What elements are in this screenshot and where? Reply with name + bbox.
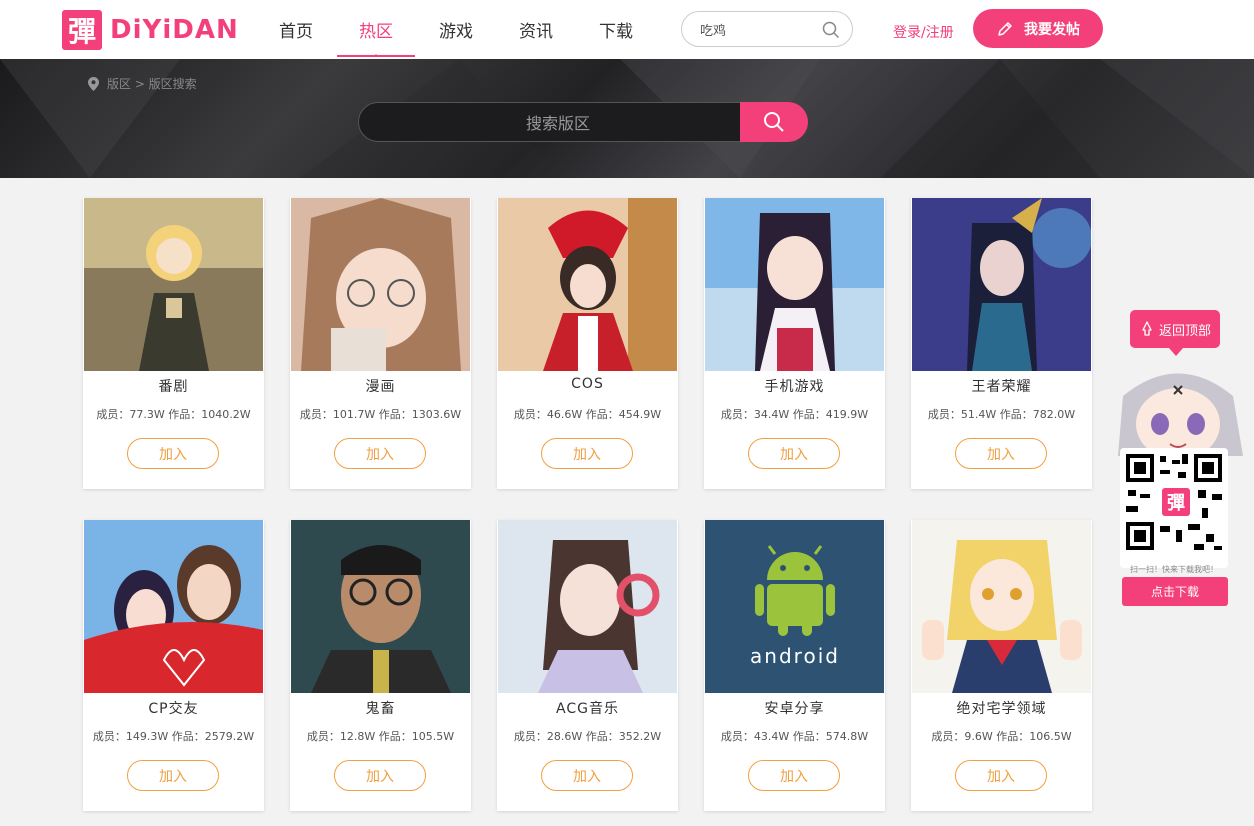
join-button[interactable]: 加入 — [127, 760, 219, 791]
location-pin-icon — [88, 76, 99, 91]
zone-name: CP交友 — [148, 701, 199, 717]
zone-stats: 成员：43.4W 作品：574.8W — [720, 730, 869, 743]
breadcrumb: 版区 > 版区搜索 — [88, 75, 197, 92]
zone-name: 番剧 — [158, 379, 189, 395]
logo-mark: 彈 — [62, 10, 102, 50]
join-button[interactable]: 加入 — [748, 438, 840, 469]
nav-download[interactable]: 下载 — [576, 0, 656, 59]
zone-card[interactable]: CP交友 成员：149.3W 作品：2579.2W 加入 — [83, 520, 264, 811]
zone-cover-image[interactable] — [705, 198, 884, 371]
android-robot-icon: android — [705, 520, 884, 693]
zone-stats: 成员：28.6W 作品：352.2W — [513, 730, 662, 743]
join-button[interactable]: 加入 — [955, 438, 1047, 469]
zone-card[interactable]: 漫画 成员：101.7W 作品：1303.6W 加入 — [290, 198, 471, 489]
banner: 版区 > 版区搜索 搜索版区 — [0, 59, 1254, 178]
nav-games[interactable]: 游戏 — [416, 0, 496, 59]
header-search — [681, 11, 853, 47]
join-button[interactable]: 加入 — [334, 760, 426, 791]
zone-stats: 成员：46.6W 作品：454.9W — [513, 408, 662, 421]
qr-caption: 扫一扫！快来下载我吧！ — [1130, 565, 1218, 574]
qr-code-panel: 彈 扫一扫！快来下载我吧！ — [1120, 448, 1228, 574]
zone-card[interactable]: 鬼畜 成员：12.8W 作品：105.5W 加入 — [290, 520, 471, 811]
zone-stats: 成员：51.4W 作品：782.0W — [927, 408, 1076, 421]
download-button[interactable]: 点击下载 — [1122, 577, 1228, 606]
main-nav: 首页 热区 游戏 资讯 下载 — [256, 0, 656, 59]
zone-cover-image[interactable] — [291, 198, 470, 371]
zone-name: 安卓分享 — [764, 701, 825, 717]
zone-card[interactable]: COS 成员：46.6W 作品：454.9W 加入 — [497, 198, 678, 489]
back-to-top-label: 返回顶部 — [1158, 323, 1211, 339]
pencil-icon — [998, 21, 1012, 36]
zone-stats: 成员：12.8W 作品：105.5W — [306, 730, 455, 743]
nav-home[interactable]: 首页 — [256, 0, 336, 59]
zone-card[interactable]: ACG音乐 成员：28.6W 作品：352.2W 加入 — [497, 520, 678, 811]
zone-card[interactable]: 王者荣耀 成员：51.4W 作品：782.0W 加入 — [911, 198, 1092, 489]
zone-card[interactable]: 绝对宅学领域 成员：9.6W 作品：106.5W 加入 — [911, 520, 1092, 811]
zone-stats: 成员：34.4W 作品：419.9W — [720, 408, 869, 421]
search-icon[interactable] — [822, 21, 840, 43]
zone-cover-image[interactable] — [912, 198, 1091, 371]
zone-name: 绝对宅学领域 — [956, 701, 1047, 717]
zone-search-button[interactable] — [740, 102, 808, 142]
side-widget: 返回顶部 彈 扫一扫！快来下载我吧！ 点击下载 — [1108, 310, 1248, 610]
zone-name: COS — [571, 376, 604, 392]
header: 彈 DiYiDAN 首页 热区 游戏 资讯 下载 登录/注册 我要发帖 — [0, 0, 1254, 59]
new-post-label: 我要发帖 — [1024, 21, 1080, 38]
breadcrumb-text[interactable]: 版区 > 版区搜索 — [107, 75, 197, 92]
zone-search-input[interactable]: 搜索版区 — [358, 102, 758, 142]
join-button[interactable]: 加入 — [541, 438, 633, 469]
rocket-icon — [1142, 321, 1152, 336]
zone-grid: 番剧 成员：77.3W 作品：1040.2W 加入 漫画 成员：101.7W 作… — [0, 178, 1254, 826]
zone-cover-image[interactable] — [84, 198, 263, 371]
zone-search: 搜索版区 — [358, 102, 808, 142]
mascot-image — [1118, 373, 1243, 456]
back-to-top-button[interactable]: 返回顶部 — [1130, 310, 1220, 356]
zone-cover-image[interactable]: android — [705, 520, 884, 693]
new-post-button[interactable]: 我要发帖 — [973, 9, 1103, 48]
zone-card[interactable]: 番剧 成员：77.3W 作品：1040.2W 加入 — [83, 198, 264, 489]
join-button[interactable]: 加入 — [541, 760, 633, 791]
zone-cover-image[interactable] — [912, 520, 1091, 693]
logo-text: DiYiDAN — [110, 15, 239, 45]
zone-stats: 成员：77.3W 作品：1040.2W — [96, 408, 251, 421]
zone-name: 王者荣耀 — [971, 379, 1032, 395]
nav-news[interactable]: 资讯 — [496, 0, 576, 59]
header-search-input[interactable] — [700, 21, 820, 37]
search-icon — [764, 112, 784, 132]
join-button[interactable]: 加入 — [748, 760, 840, 791]
zone-stats: 成员：9.6W 作品：106.5W — [931, 730, 1072, 743]
join-button[interactable]: 加入 — [955, 760, 1047, 791]
join-button[interactable]: 加入 — [334, 438, 426, 469]
zone-name: 漫画 — [365, 379, 396, 395]
zone-card[interactable]: 手机游戏 成员：34.4W 作品：419.9W 加入 — [704, 198, 885, 489]
login-register-link[interactable]: 登录/注册 — [893, 22, 954, 42]
android-label: android — [750, 644, 840, 668]
zone-cover-image[interactable] — [498, 520, 677, 693]
zone-name: ACG音乐 — [556, 701, 619, 717]
logo[interactable]: 彈 DiYiDAN — [62, 10, 239, 50]
zone-name: 鬼畜 — [365, 701, 396, 717]
zone-card[interactable]: android 安卓分享 成员：43.4W 作品：574.8W 加入 — [704, 520, 885, 811]
zone-stats: 成员：149.3W 作品：2579.2W — [92, 730, 255, 743]
zone-cover-image[interactable] — [291, 520, 470, 693]
zone-cover-image[interactable] — [84, 520, 263, 693]
zone-cover-image[interactable] — [498, 198, 677, 371]
nav-hot-zone[interactable]: 热区 — [336, 0, 416, 59]
qr-logo: 彈 — [1167, 493, 1185, 514]
zone-stats: 成员：101.7W 作品：1303.6W — [299, 408, 462, 421]
zone-name: 手机游戏 — [764, 379, 825, 395]
join-button[interactable]: 加入 — [127, 438, 219, 469]
